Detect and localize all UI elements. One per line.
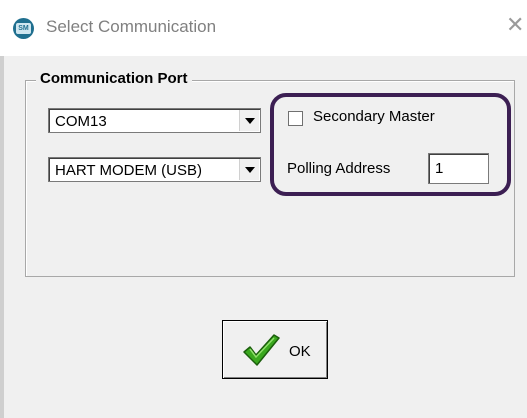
device-dropdown-button[interactable] [239,159,259,180]
port-dropdown-button[interactable] [239,110,259,131]
dropdown-arrow-icon [244,166,255,173]
port-combobox[interactable]: COM13 [48,108,261,133]
polling-address-value: 1 [435,160,444,177]
polling-address-input[interactable]: 1 [428,153,489,184]
dropdown-arrow-icon [244,117,255,124]
app-icon: SM [13,18,34,39]
group-label: Communication Port [36,70,192,87]
device-value: HART MODEM (USB) [55,162,202,179]
ok-button[interactable]: OK [222,320,328,379]
window-title: Select Communication [46,17,217,36]
port-value: COM13 [55,113,107,130]
checkmark-icon [243,334,280,366]
window-left-edge [0,56,4,418]
device-combobox[interactable]: HART MODEM (USB) [48,157,261,182]
polling-address-label: Polling Address [287,160,391,177]
close-icon[interactable]: ✕ [506,14,524,36]
secondary-master-checkbox[interactable] [288,111,303,126]
secondary-master-label[interactable]: Secondary Master [313,108,435,125]
title-bar: SM Select Communication ✕ [0,0,527,56]
ok-button-label: OK [289,343,311,360]
app-icon-text: SM [16,23,31,34]
